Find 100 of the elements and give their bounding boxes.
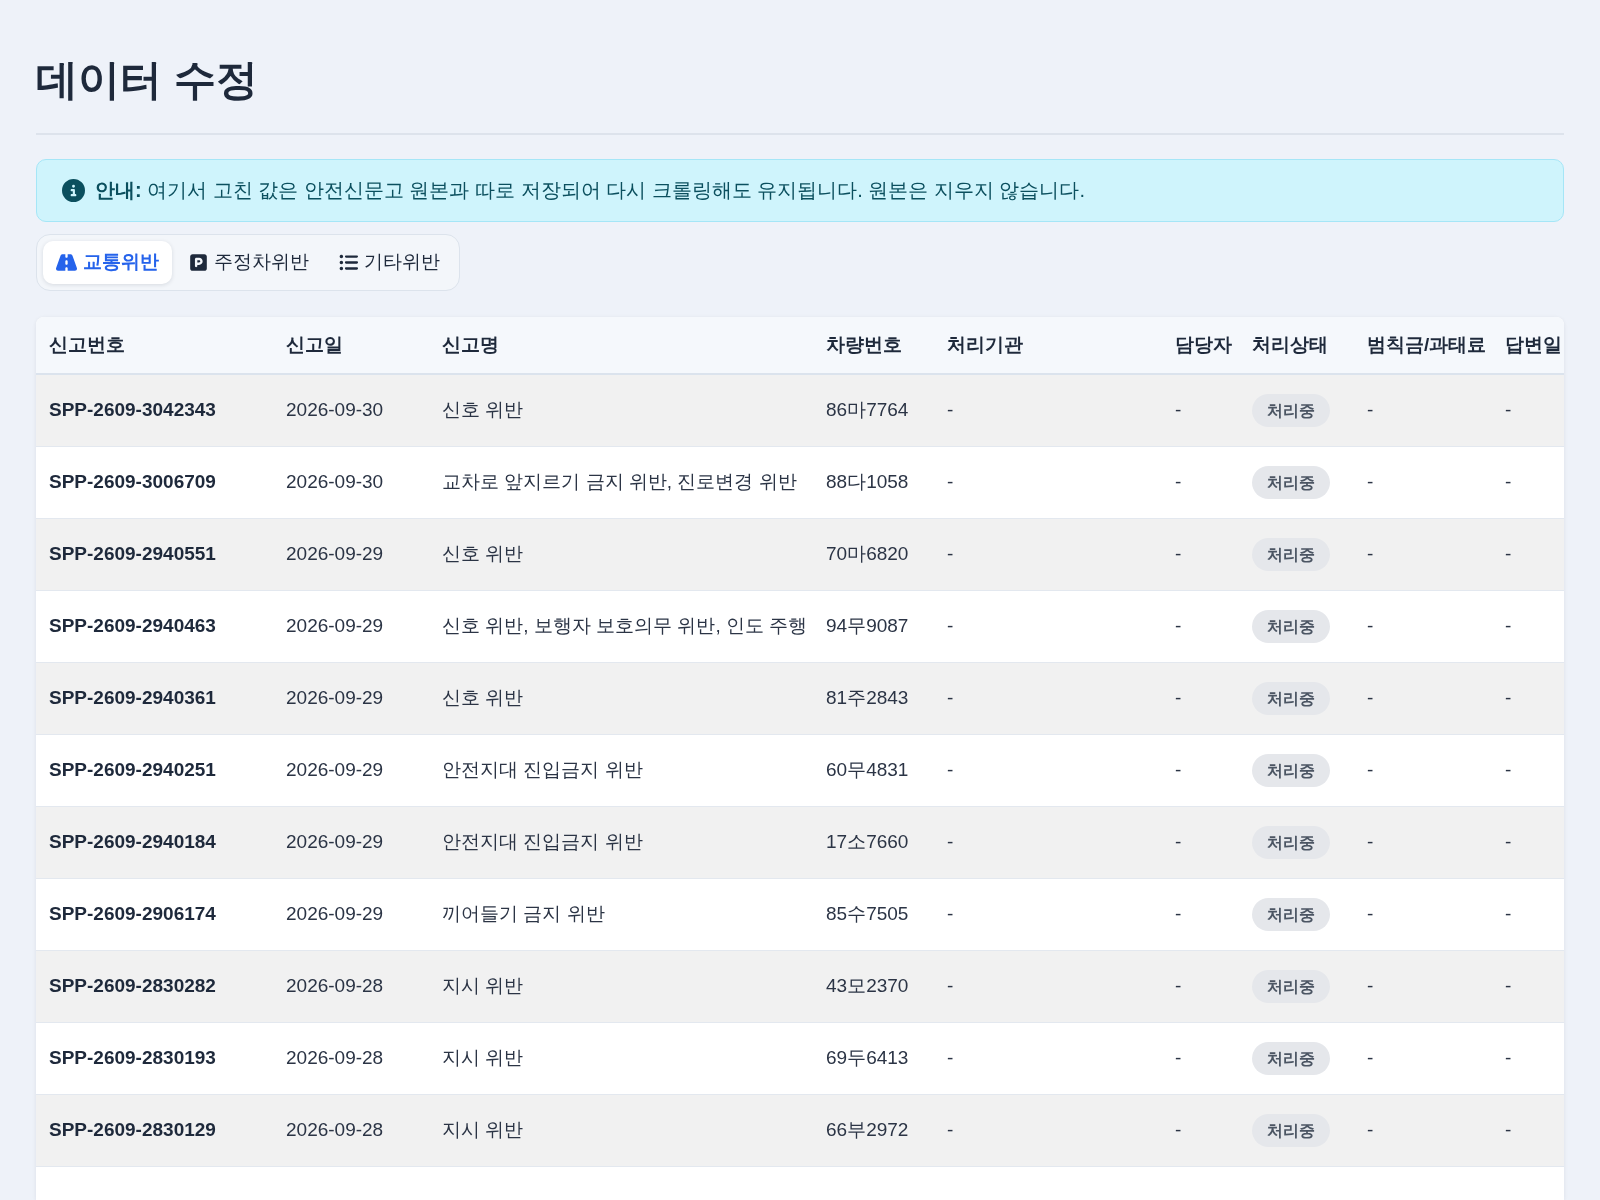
table-cell-text: SPP-2609-2940551 <box>49 542 216 567</box>
table-cell-text: - <box>1367 614 1374 639</box>
table-cell-text: - <box>1505 1046 1512 1071</box>
table-cell-text: - <box>1175 830 1182 855</box>
table-cell-text: - <box>1175 686 1182 711</box>
table-cell-text: - <box>1367 542 1374 567</box>
table-cell-text: 2026-09-30 <box>286 470 384 495</box>
table-cell-text: 69두6413 <box>826 1046 909 1071</box>
tab[interactable]: 교통위반 <box>43 241 172 284</box>
table-cell-text: - <box>947 758 954 783</box>
status-badge: 처리중 <box>1252 682 1330 715</box>
table-cell-text: 60무4831 <box>826 758 909 783</box>
table-cell-text: 70마6820 <box>826 542 909 567</box>
status-badge: 처리중 <box>1252 466 1330 499</box>
status-badge: 처리중 <box>1252 1042 1330 1075</box>
table-cell-text: 86마7764 <box>826 398 909 423</box>
table-cell-text: 지시 위반 <box>442 1118 524 1143</box>
table-cell-text: 2026-09-29 <box>286 614 384 639</box>
table-cell-text: - <box>1367 470 1374 495</box>
status-badge: 처리중 <box>1252 394 1330 427</box>
status-badge: 처리중 <box>1252 970 1330 1003</box>
table-cell-text: 2026-09-28 <box>286 974 384 999</box>
table-cell-text: 지시 위반 <box>442 1046 524 1071</box>
table-cell-text: - <box>1505 470 1512 495</box>
table-cell-text: 신호 위반, 보행자 보호의무 위반, 인도 주행 <box>442 614 808 639</box>
table-cell-text: SPP-2609-3042343 <box>49 398 216 423</box>
table-cell-text: - <box>1505 542 1512 567</box>
table-cell-text: SPP-2609-2830193 <box>49 1046 216 1071</box>
table-cell-text: - <box>1175 614 1182 639</box>
table-cell-text: 끼어들기 금지 위반 <box>442 902 605 927</box>
table-cell-text: SPP-2609-2940463 <box>49 614 216 639</box>
table-cell-text: 2026-09-29 <box>286 830 384 855</box>
table-cell-text: 43모2370 <box>826 974 909 999</box>
table-cell-text: 81주2843 <box>826 686 909 711</box>
table-cell-text: - <box>947 902 954 927</box>
column-header: 신고명 <box>442 332 499 357</box>
table-cell-text: - <box>947 398 954 423</box>
table-cell-text: 2026-09-29 <box>286 902 384 927</box>
table-cell-text: SPP-2609-2830282 <box>49 974 216 999</box>
table-cell-text: - <box>1175 1046 1182 1071</box>
table-cell-text: - <box>947 974 954 999</box>
column-header: 신고번호 <box>49 332 125 357</box>
table-cell-text: - <box>1175 542 1182 567</box>
table-cell-text: - <box>1175 758 1182 783</box>
table-cell-text: - <box>1367 1046 1374 1071</box>
table-cell-text: - <box>1175 1118 1182 1143</box>
table-cell-text: 2026-09-29 <box>286 686 384 711</box>
table-cell-text: 안전지대 진입금지 위반 <box>442 830 643 855</box>
table-cell-text: - <box>947 542 954 567</box>
table-cell-text: 신호 위반 <box>442 542 524 567</box>
table-cell-text: 66부2972 <box>826 1118 909 1143</box>
table-cell-text: - <box>1505 758 1512 783</box>
table-cell-text: SPP-2609-3006709 <box>49 470 216 495</box>
table-cell-text: - <box>1367 758 1374 783</box>
tab[interactable]: 주정차위반 <box>176 241 322 284</box>
table-cell-text: 88다1058 <box>826 470 909 495</box>
table-cell-text: 지시 위반 <box>442 974 524 999</box>
column-header: 답변일 <box>1505 332 1562 357</box>
notice-text: 안내: 여기서 고친 값은 안전신문고 원본과 따로 저장되어 다시 크롤링해도 유지됩니다. 원본은 지우지 않습니다. <box>95 178 1086 203</box>
table-cell-text: - <box>1505 686 1512 711</box>
column-header: 차량번호 <box>826 332 902 357</box>
table-cell-text: SPP-2609-2830129 <box>49 1118 216 1143</box>
table-cell-text: - <box>1367 398 1374 423</box>
table-cell-text: - <box>1367 830 1374 855</box>
column-header: 신고일 <box>286 332 343 357</box>
status-badge: 처리중 <box>1252 1114 1330 1147</box>
table-cell-text: 2026-09-28 <box>286 1118 384 1143</box>
table-cell-text: - <box>1505 974 1512 999</box>
table-cell-text: - <box>947 1118 954 1143</box>
tab[interactable]: 기타위반 <box>326 241 453 284</box>
table-cell-text: 2026-09-29 <box>286 758 384 783</box>
table-cell-text: - <box>1505 398 1512 423</box>
table-cell-text: - <box>947 1046 954 1071</box>
table-cell-text: - <box>1505 830 1512 855</box>
table-cell-text: 2026-09-28 <box>286 1046 384 1071</box>
table-cell-text: SPP-2609-2940184 <box>49 830 216 855</box>
table-cell-text: 2026-09-30 <box>286 398 384 423</box>
table-cell-text: - <box>1505 614 1512 639</box>
table-cell-text: - <box>1505 902 1512 927</box>
table-cell-text: SPP-2609-2940361 <box>49 686 216 711</box>
status-badge: 처리중 <box>1252 826 1330 859</box>
table-cell-text: - <box>1175 398 1182 423</box>
parking-icon <box>189 253 208 272</box>
table-cell-text: - <box>1175 470 1182 495</box>
table-cell-text: 94무9087 <box>826 614 909 639</box>
list-icon <box>339 253 358 272</box>
table-cell-text: - <box>1367 974 1374 999</box>
table-cell-text: - <box>947 830 954 855</box>
table-cell-text: - <box>947 614 954 639</box>
status-badge: 처리중 <box>1252 754 1330 787</box>
table-cell-text: - <box>947 686 954 711</box>
table-cell-text: - <box>1505 1118 1512 1143</box>
table-cell-text: 교차로 앞지르기 금지 위반, 진로변경 위반 <box>442 470 797 495</box>
table-cell-text: - <box>1367 1118 1374 1143</box>
table-cell-text: 17소7660 <box>826 830 909 855</box>
info-icon <box>62 179 85 202</box>
table-cell-text: SPP-2609-2906174 <box>49 902 216 927</box>
page-title: 데이터 수정 <box>36 55 258 105</box>
table-cell-text: 신호 위반 <box>442 686 524 711</box>
table-cell-text: - <box>1175 902 1182 927</box>
